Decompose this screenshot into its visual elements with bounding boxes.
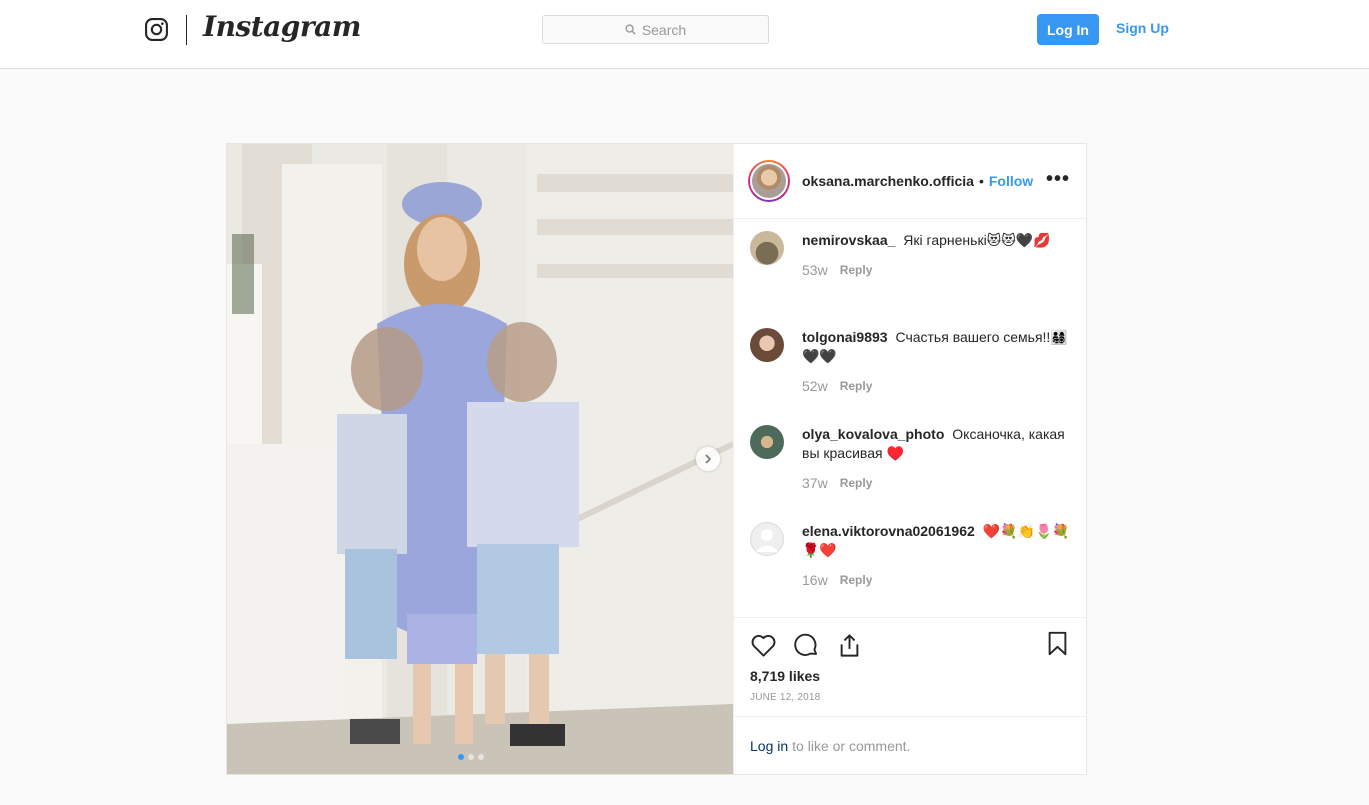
comment-age[interactable]: 16w <box>802 572 828 588</box>
comment-item: nemirovskaa_ Які гарненькі😻😻🖤💋 53w Reply <box>750 219 1070 316</box>
comment-list: nemirovskaa_ Які гарненькі😻😻🖤💋 53w Reply… <box>734 219 1086 617</box>
commenter-avatar[interactable] <box>750 425 784 459</box>
comment-meta: 16w Reply <box>802 572 1070 588</box>
top-navigation-bar: Instagram Search Log In Sign Up <box>0 0 1369 69</box>
reply-button[interactable]: Reply <box>840 378 873 394</box>
search-icon <box>625 24 636 35</box>
more-options-icon[interactable]: ••• <box>1046 168 1070 191</box>
carousel-dot <box>478 754 484 760</box>
instagram-camera-icon[interactable] <box>144 17 169 42</box>
action-icons-row <box>750 630 1071 660</box>
share-icon[interactable] <box>836 632 863 659</box>
reply-button[interactable]: Reply <box>840 572 873 588</box>
comment-age[interactable]: 53w <box>802 262 828 278</box>
author-username[interactable]: oksana.marchenko.officia <box>802 173 974 189</box>
comment-age[interactable]: 37w <box>802 475 828 491</box>
post-actions: 8,719 likes JUNE 12, 2018 <box>734 617 1087 703</box>
comment-text-block: nemirovskaa_ Які гарненькі😻😻🖤💋 <box>802 231 1072 250</box>
login-link[interactable]: Log in <box>750 738 788 754</box>
comment-text-block: olya_kovalova_photo Оксаночка, какая вы … <box>802 425 1072 463</box>
commenter-username[interactable]: olya_kovalova_photo <box>802 426 944 442</box>
post-photo[interactable] <box>227 144 733 774</box>
login-prompt: Log in to like or comment. <box>734 716 1087 774</box>
comment-item: tolgonai9893 Счастья вашего семья!!👨‍👩‍👧… <box>750 316 1070 413</box>
chevron-right-icon <box>705 454 712 464</box>
commenter-avatar[interactable] <box>750 231 784 265</box>
comment-text-block: tolgonai9893 Счастья вашего семья!!👨‍👩‍👧… <box>802 328 1072 366</box>
reply-button[interactable]: Reply <box>840 475 873 491</box>
carousel-indicator <box>458 754 484 760</box>
search-input[interactable]: Search <box>542 15 769 44</box>
comment-meta: 37w Reply <box>802 475 1070 491</box>
author-avatar[interactable] <box>748 160 790 202</box>
comment-meta: 52w Reply <box>802 378 1070 394</box>
carousel-dot <box>468 754 474 760</box>
comment-body: Які гарненькі😻😻🖤💋 <box>903 232 1051 248</box>
comment-text-block: elena.viktorovna02061962 ❤️💐👏🌷💐🌹❤️ <box>802 522 1072 560</box>
commenter-username[interactable]: elena.viktorovna02061962 <box>802 523 975 539</box>
heart-icon[interactable] <box>750 632 777 659</box>
post-sidebar: oksana.marchenko.officia • Follow ••• ne… <box>733 144 1087 774</box>
login-prompt-text: to like or comment. <box>792 737 911 754</box>
signup-link[interactable]: Sign Up <box>1116 20 1169 36</box>
carousel-dot-active <box>458 754 464 760</box>
carousel-next-button[interactable] <box>696 447 720 471</box>
commenter-avatar[interactable] <box>750 328 784 362</box>
comment-item: elena.viktorovna02061962 ❤️💐👏🌷💐🌹❤️ 16w R… <box>750 510 1070 607</box>
comment-item: olya_kovalova_photo Оксаночка, какая вы … <box>750 413 1070 510</box>
commenter-username[interactable]: tolgonai9893 <box>802 329 888 345</box>
login-button[interactable]: Log In <box>1037 14 1099 45</box>
bookmark-icon[interactable] <box>1044 630 1071 657</box>
post-card: oksana.marchenko.officia • Follow ••• ne… <box>226 143 1087 775</box>
comment-icon[interactable] <box>793 632 820 659</box>
likes-count[interactable]: 8,719 likes <box>750 668 1071 684</box>
comment-age[interactable]: 52w <box>802 378 828 394</box>
logo-divider <box>186 15 187 45</box>
post-photo-illustration <box>227 144 733 774</box>
comment-meta: 53w Reply <box>802 262 1070 278</box>
person-silhouette-icon <box>756 529 778 552</box>
search-placeholder: Search <box>641 21 687 38</box>
reply-button[interactable]: Reply <box>840 262 873 278</box>
follow-button[interactable]: Follow <box>989 173 1033 189</box>
post-header: oksana.marchenko.officia • Follow ••• <box>734 144 1086 219</box>
separator-dot: • <box>978 173 984 189</box>
default-avatar-icon[interactable] <box>750 522 784 556</box>
commenter-username[interactable]: nemirovskaa_ <box>802 232 895 248</box>
instagram-wordmark[interactable]: Instagram <box>203 10 361 43</box>
post-date[interactable]: JUNE 12, 2018 <box>750 692 1071 703</box>
